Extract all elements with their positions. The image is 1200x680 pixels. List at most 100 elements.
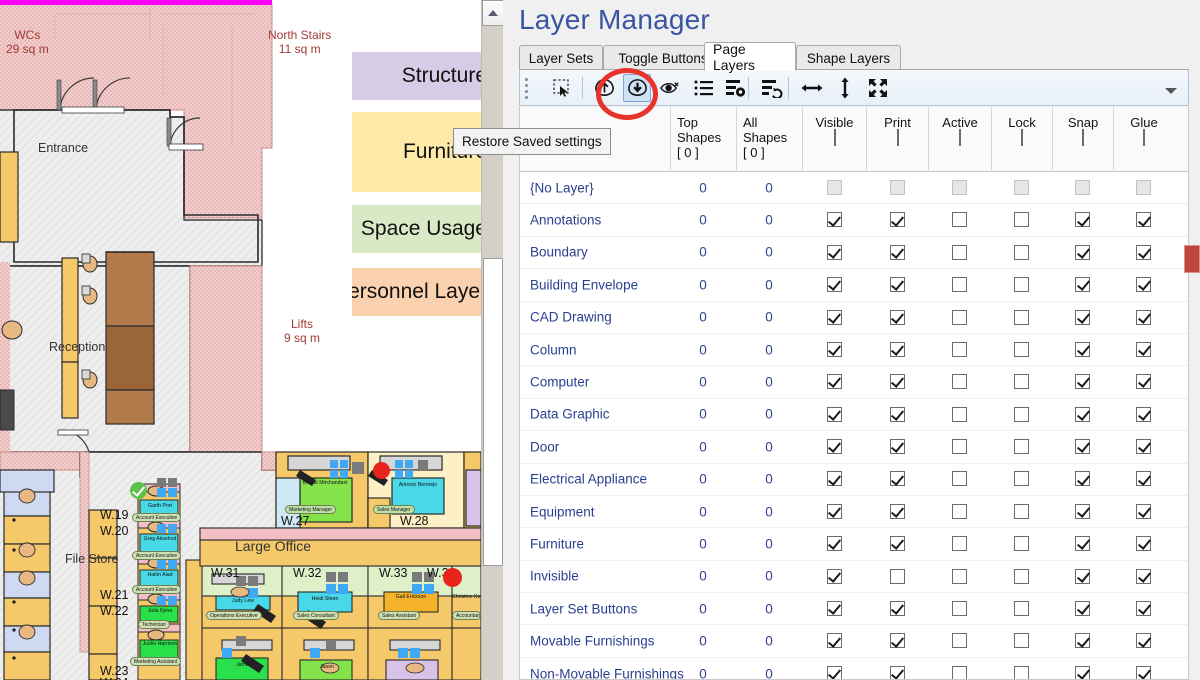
lock-cell[interactable]: [991, 308, 1052, 326]
lock-checkbox[interactable]: [1014, 406, 1029, 422]
table-row[interactable]: Furniture 0 0: [520, 528, 1188, 561]
visible-checkbox[interactable]: [826, 471, 842, 487]
print-checkbox[interactable]: [889, 503, 905, 519]
visible-checkbox[interactable]: [826, 503, 842, 519]
layer-set-button-structure[interactable]: Structure: [352, 52, 481, 100]
print-cell[interactable]: [866, 179, 928, 197]
lock-checkbox[interactable]: [1014, 341, 1029, 357]
print-checkbox[interactable]: [889, 374, 905, 390]
lock-checkbox[interactable]: [1014, 277, 1029, 293]
active-cell[interactable]: [928, 405, 991, 423]
lock-cell[interactable]: [991, 567, 1052, 585]
glue-checkbox[interactable]: [1136, 277, 1151, 293]
glue-checkbox[interactable]: [1136, 406, 1151, 422]
active-cell[interactable]: [928, 535, 991, 553]
snap-cell[interactable]: [1052, 470, 1113, 488]
glue-cell[interactable]: [1113, 600, 1174, 618]
visible-cell[interactable]: [802, 470, 866, 488]
fit-height-icon[interactable]: [831, 74, 859, 102]
print-checkbox[interactable]: [889, 341, 905, 357]
print-cell[interactable]: [866, 567, 928, 585]
snap-checkbox[interactable]: [1075, 568, 1090, 584]
active-cell[interactable]: [928, 470, 991, 488]
print-checkbox[interactable]: [889, 633, 905, 649]
table-row[interactable]: Layer Set Buttons 0 0: [520, 593, 1188, 626]
print-checkbox[interactable]: [889, 568, 905, 584]
print-checkbox[interactable]: [889, 439, 905, 455]
active-cell[interactable]: [928, 243, 991, 261]
snap-cell[interactable]: [1052, 341, 1113, 359]
print-checkbox[interactable]: [889, 212, 905, 228]
visible-cell[interactable]: [802, 405, 866, 423]
select-shapes-icon[interactable]: [548, 74, 576, 102]
snap-checkbox[interactable]: [1075, 309, 1090, 325]
glue-toggle-all-checkbox[interactable]: [1143, 129, 1145, 146]
visible-cell[interactable]: [802, 211, 866, 229]
active-cell[interactable]: [928, 276, 991, 294]
snap-checkbox[interactable]: [1075, 212, 1090, 228]
lock-cell[interactable]: [991, 373, 1052, 391]
print-checkbox[interactable]: [889, 309, 905, 325]
layer-set-button-space-usage[interactable]: Space Usage: [352, 205, 481, 253]
table-row[interactable]: Building Envelope 0 0: [520, 269, 1188, 302]
print-checkbox[interactable]: [889, 665, 905, 679]
active-cell[interactable]: [928, 341, 991, 359]
visible-checkbox[interactable]: [826, 341, 842, 357]
snap-checkbox[interactable]: [1075, 633, 1090, 649]
active-cell[interactable]: [928, 567, 991, 585]
lock-toggle-all-checkbox[interactable]: [1021, 129, 1023, 146]
glue-cell[interactable]: [1113, 211, 1174, 229]
print-checkbox[interactable]: [889, 406, 905, 422]
glue-cell[interactable]: [1113, 243, 1174, 261]
glue-checkbox[interactable]: [1136, 341, 1151, 357]
snap-cell[interactable]: [1052, 632, 1113, 650]
snap-checkbox[interactable]: [1075, 471, 1090, 487]
snap-cell[interactable]: [1052, 405, 1113, 423]
visible-cell[interactable]: [802, 567, 866, 585]
snap-checkbox[interactable]: [1075, 536, 1090, 552]
glue-checkbox[interactable]: [1136, 244, 1151, 260]
print-checkbox[interactable]: [889, 536, 905, 552]
active-cell[interactable]: [928, 665, 991, 679]
glue-cell[interactable]: [1113, 405, 1174, 423]
print-checkbox[interactable]: [889, 277, 905, 293]
glue-checkbox[interactable]: [1136, 568, 1151, 584]
snap-checkbox[interactable]: [1075, 374, 1090, 390]
visible-checkbox[interactable]: [826, 536, 842, 552]
lock-cell[interactable]: [991, 665, 1052, 679]
active-cell[interactable]: [928, 211, 991, 229]
glue-checkbox[interactable]: [1136, 503, 1151, 519]
table-row[interactable]: Electrical Appliance 0 0: [520, 464, 1188, 496]
lock-cell[interactable]: [991, 438, 1052, 456]
scroll-up-button[interactable]: [482, 0, 504, 26]
glue-cell[interactable]: [1113, 373, 1174, 391]
glue-cell[interactable]: [1113, 632, 1174, 650]
print-checkbox[interactable]: [889, 601, 905, 617]
active-toggle-all-checkbox[interactable]: [959, 129, 961, 146]
snap-cell[interactable]: [1052, 567, 1113, 585]
lock-cell[interactable]: [991, 503, 1052, 521]
visible-toggle-all-checkbox[interactable]: [833, 129, 836, 146]
lock-checkbox[interactable]: [1014, 439, 1029, 455]
table-row[interactable]: CAD Drawing 0 0: [520, 302, 1188, 334]
active-checkbox[interactable]: [952, 341, 967, 357]
glue-cell[interactable]: [1113, 179, 1174, 197]
visible-cell[interactable]: [802, 438, 866, 456]
snap-cell[interactable]: [1052, 179, 1113, 197]
glue-checkbox[interactable]: [1136, 471, 1151, 487]
active-checkbox[interactable]: [952, 536, 967, 552]
lock-checkbox[interactable]: [1014, 471, 1029, 487]
snap-cell[interactable]: [1052, 535, 1113, 553]
active-checkbox[interactable]: [952, 601, 967, 617]
lock-cell[interactable]: [991, 211, 1052, 229]
visible-checkbox[interactable]: [826, 439, 842, 455]
lock-checkbox[interactable]: [1014, 665, 1029, 679]
snap-cell[interactable]: [1052, 503, 1113, 521]
table-row[interactable]: Computer 0 0: [520, 366, 1188, 399]
glue-cell[interactable]: [1113, 567, 1174, 585]
visible-cell[interactable]: [802, 179, 866, 197]
active-checkbox[interactable]: [952, 439, 967, 455]
lock-checkbox[interactable]: [1014, 536, 1029, 552]
tab-layer-sets[interactable]: Layer Sets: [519, 45, 603, 70]
glue-cell[interactable]: [1113, 665, 1174, 679]
